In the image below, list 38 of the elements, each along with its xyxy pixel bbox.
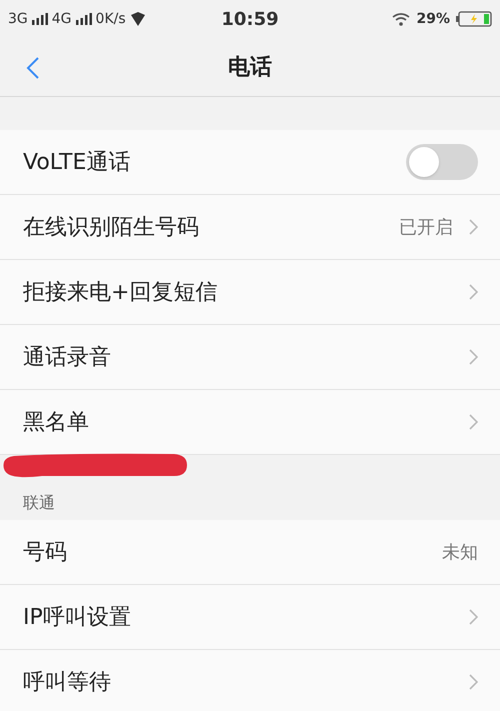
row-label: 在线识别陌生号码 [23,214,199,242]
row-label: VoLTE通话 [23,148,130,176]
settings-row[interactable]: 在线识别陌生号码 已开启 [0,195,500,260]
status-time: 10:59 [221,8,279,32]
chevron-right-icon [469,674,478,690]
shield-icon [130,11,146,27]
settings-row[interactable]: 呼叫等待 [0,650,500,711]
section-title: 联通 [23,492,55,514]
row-value: 已开启 [399,216,453,240]
chevron-right-icon [469,349,478,365]
wifi-icon [392,12,410,26]
row-label: 呼叫等待 [23,668,111,696]
battery-icon [456,11,492,27]
page-title: 电话 [228,54,272,82]
row-value: 未知 [442,540,478,564]
row-label: 号码 [23,538,67,566]
settings-row[interactable]: VoLTE通话 [0,130,500,195]
toggle-switch[interactable] [406,144,478,180]
row-label: IP呼叫设置 [23,604,131,632]
chevron-right-icon [469,414,478,430]
chevron-right-icon [469,284,478,300]
status-text: 3G [8,10,28,28]
row-label: 黑名单 [23,408,89,436]
settings-row[interactable]: 黑名单 [0,390,500,455]
row-label: 通话录音 [23,344,111,372]
status-text: 0K/s [96,10,126,28]
battery-text: 29% [416,10,450,28]
signal-icon [76,13,92,25]
status-text: 4G [52,10,72,28]
back-icon[interactable] [26,56,40,80]
signal-icon [32,13,48,25]
settings-row[interactable]: 拒接来电+回复短信 [0,260,500,325]
settings-row[interactable]: 号码 未知 [0,520,500,585]
chevron-right-icon [469,609,478,625]
settings-row[interactable]: IP呼叫设置 [0,585,500,650]
settings-row[interactable]: 通话录音 [0,325,500,390]
row-label: 拒接来电+回复短信 [23,278,218,306]
chevron-right-icon [469,219,478,235]
